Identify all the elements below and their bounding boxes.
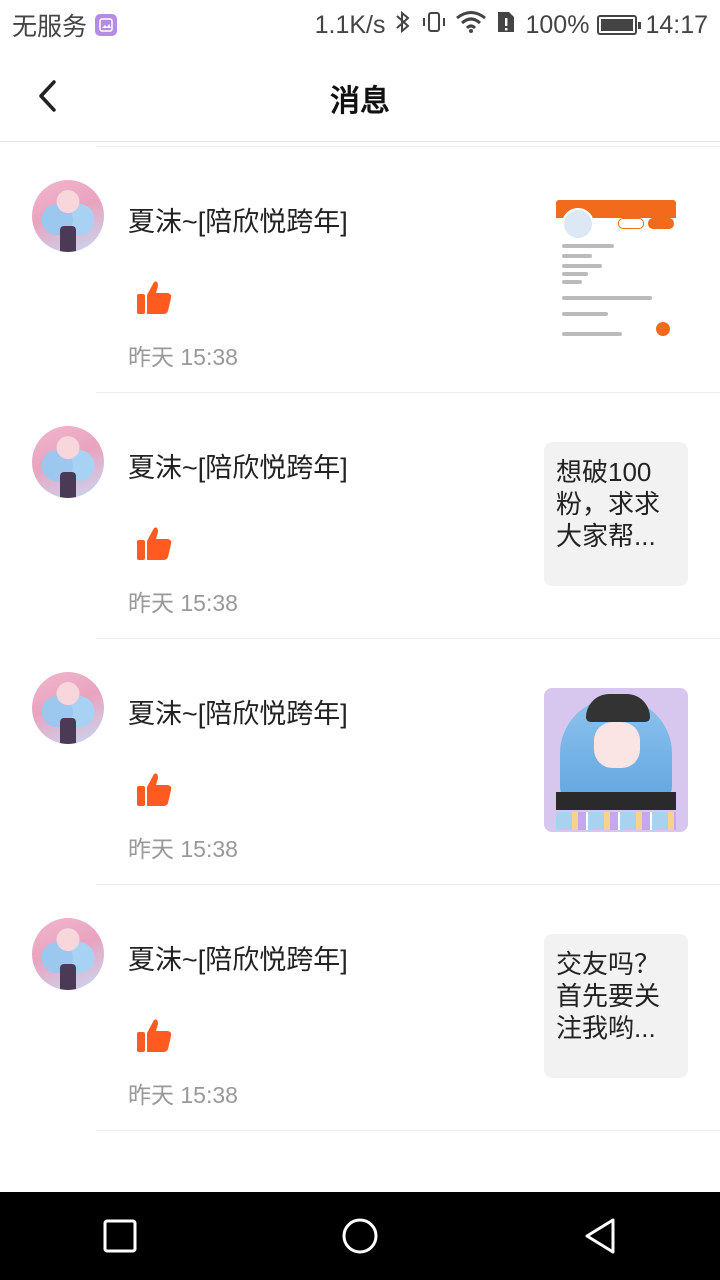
- message-list: 夏沫~[陪欣悦跨年] 昨天 15:38 夏沫~[陪欣悦跨年] 昨天 15:38 …: [0, 146, 720, 1131]
- gallery-icon: [95, 14, 118, 36]
- message-time: 昨天 15:38: [128, 590, 238, 616]
- clock: 14:17: [645, 10, 708, 39]
- system-nav-bar: [0, 1192, 720, 1280]
- message-time: 昨天 15:38: [128, 836, 238, 862]
- post-thumbnail[interactable]: 想破100 粉，求求 大家帮...: [544, 442, 688, 586]
- message-time: 昨天 15:38: [128, 344, 238, 370]
- status-bar: 无服务 1.1K/s 100% 14:17: [0, 0, 720, 50]
- home-button[interactable]: [330, 1206, 390, 1266]
- avatar[interactable]: [32, 180, 104, 252]
- sender-name[interactable]: 夏沫~[陪欣悦跨年]: [128, 200, 348, 239]
- post-snippet: 交友吗？ 首先要关 注我哟...: [556, 949, 661, 1043]
- sim-alert-icon: [495, 10, 517, 41]
- avatar[interactable]: [32, 426, 104, 498]
- message-item[interactable]: 夏沫~[陪欣悦跨年] 昨天 15:38 交友吗？ 首先要关 注我哟...: [0, 884, 720, 1130]
- recents-button[interactable]: [90, 1206, 150, 1266]
- triangle-back-icon: [585, 1218, 615, 1254]
- post-snippet: 想破100 粉，求求 大家帮...: [556, 457, 661, 551]
- vibrate-icon: [421, 10, 447, 41]
- thumbs-up-icon: [137, 281, 172, 314]
- bluetooth-icon: [393, 10, 413, 41]
- sender-name[interactable]: 夏沫~[陪欣悦跨年]: [128, 938, 348, 977]
- app-header: 消息: [0, 50, 720, 142]
- post-thumbnail[interactable]: [544, 688, 688, 832]
- thumbs-up-icon: [137, 773, 172, 806]
- circle-icon: [342, 1218, 378, 1254]
- wifi-icon: [455, 10, 487, 41]
- square-icon: [103, 1219, 137, 1253]
- page-title: 消息: [330, 85, 390, 118]
- thumbs-up-icon: [137, 1019, 172, 1052]
- back-nav-button[interactable]: [570, 1206, 630, 1266]
- battery-percent: 100%: [525, 10, 590, 39]
- network-speed: 1.1K/s: [314, 10, 386, 39]
- message-item[interactable]: 夏沫~[陪欣悦跨年] 昨天 15:38: [0, 638, 720, 884]
- sender-name[interactable]: 夏沫~[陪欣悦跨年]: [128, 446, 348, 485]
- sender-name[interactable]: 夏沫~[陪欣悦跨年]: [128, 692, 348, 731]
- battery-icon: [597, 15, 642, 35]
- carrier-label: 无服务: [12, 13, 88, 41]
- avatar[interactable]: [32, 918, 104, 990]
- message-time: 昨天 15:38: [128, 1082, 238, 1108]
- post-thumbnail[interactable]: 交友吗？ 首先要关 注我哟...: [544, 934, 688, 1078]
- post-thumbnail[interactable]: [544, 196, 688, 340]
- message-item[interactable]: 夏沫~[陪欣悦跨年] 昨天 15:38 想破100 粉，求求 大家帮...: [0, 392, 720, 638]
- message-item[interactable]: 夏沫~[陪欣悦跨年] 昨天 15:38: [0, 146, 720, 392]
- avatar[interactable]: [32, 672, 104, 744]
- thumbs-up-icon: [137, 527, 172, 560]
